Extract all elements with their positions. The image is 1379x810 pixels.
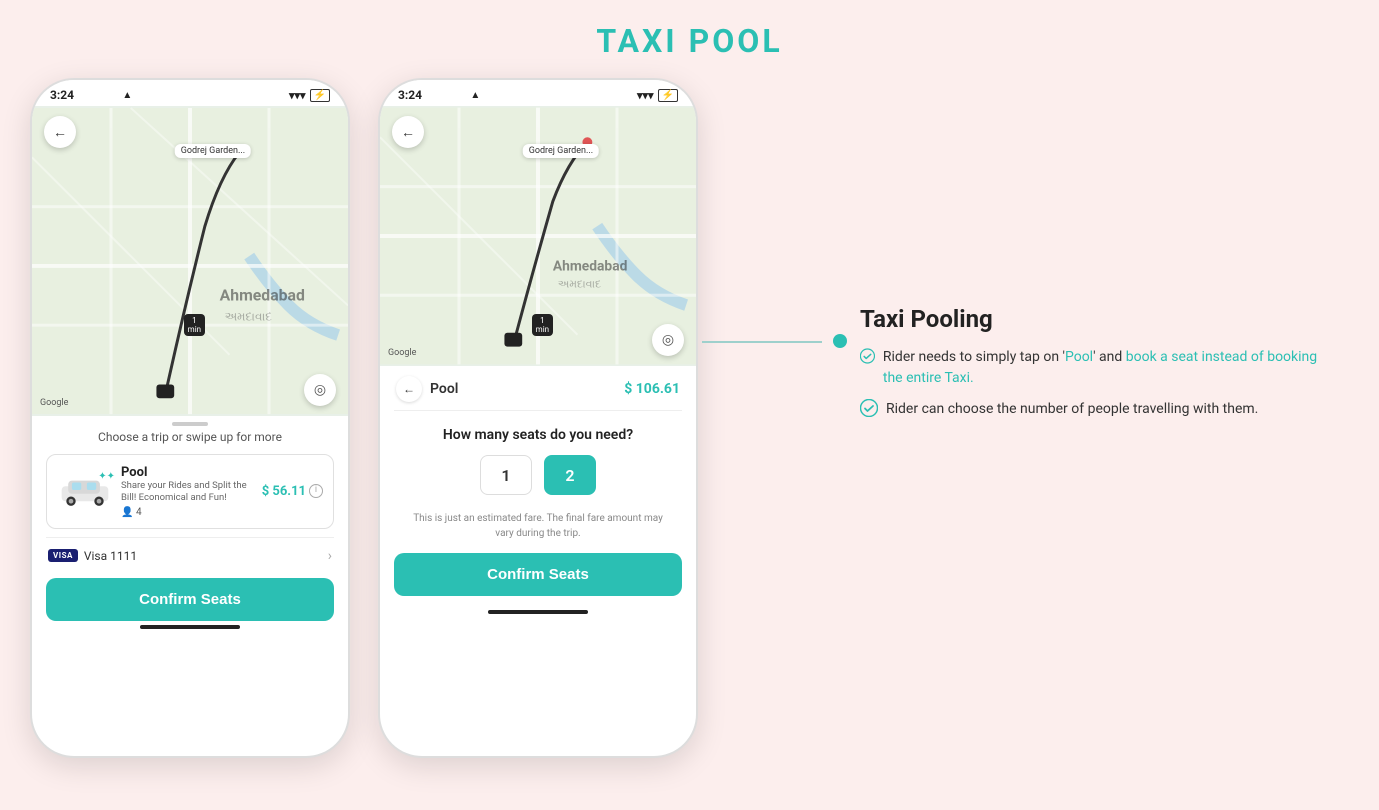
back-button-seats[interactable]: ← xyxy=(396,376,422,402)
svg-text:Ahmedabad: Ahmedabad xyxy=(220,286,305,305)
annotation-text-2: Rider can choose the number of people tr… xyxy=(886,399,1258,420)
payment-row[interactable]: VISA Visa 1111 › xyxy=(46,537,334,574)
annotation-title: Taxi Pooling xyxy=(860,305,1320,333)
status-icons-1: ▾▾▾ ⚡ xyxy=(289,89,330,102)
pool-price: $ 56.11 xyxy=(262,484,306,499)
seats-panel: ← Pool $ 106.61 How many seats do you ne… xyxy=(380,366,696,606)
pool-card-1[interactable]: ✦✦ Pool Share your Rides and Split the B… xyxy=(46,454,334,529)
annotation-item-1: Rider needs to simply tap on 'Pool' and … xyxy=(860,347,1320,389)
car-image-area: ✦✦ xyxy=(57,473,113,509)
battery-icon-1: ⚡ xyxy=(310,89,330,102)
pool-seats: 👤 4 xyxy=(121,507,261,518)
annotation-item-2: Rider can choose the number of people tr… xyxy=(860,399,1320,420)
info-icon[interactable]: i xyxy=(309,484,323,498)
sparkle-icon: ✦✦ xyxy=(98,471,115,482)
choose-trip-text: Choose a trip or swipe up for more xyxy=(46,430,334,444)
home-indicator-2 xyxy=(488,610,588,614)
home-indicator-1 xyxy=(140,625,240,629)
fare-note: This is just an estimated fare. The fina… xyxy=(394,511,682,541)
status-icons-2: ▾▾▾ ⚡ xyxy=(637,89,678,102)
payment-left: VISA Visa 1111 xyxy=(48,549,137,563)
pool-title: Pool xyxy=(121,465,261,480)
seats-question: How many seats do you need? xyxy=(394,427,682,443)
min-badge-1: 1min xyxy=(184,314,205,336)
wifi-icon-1: ▾▾▾ xyxy=(289,89,306,102)
pool-desc: Share your Rides and Split the Bill! Eco… xyxy=(121,480,261,505)
seats-price: $ 106.61 xyxy=(624,381,680,397)
wifi-icon-2: ▾▾▾ xyxy=(637,89,654,102)
svg-text:Ahmedabad: Ahmedabad xyxy=(553,259,628,275)
pool-price-area: $ 56.11 i xyxy=(262,484,323,499)
phone-2: 3:24 ▲ ▾▾▾ ⚡ Ahmedabad અમદાવ xyxy=(378,78,698,758)
confirm-seats-button-2[interactable]: Confirm Seats xyxy=(394,553,682,596)
connector-line xyxy=(702,341,822,343)
annotation-panel: Taxi Pooling Rider needs to simply tap o… xyxy=(860,305,1320,430)
time-2: 3:24 xyxy=(398,88,422,102)
map-2: Ahmedabad અમદાવાદ ← Godrej Garden... 1mi… xyxy=(380,106,696,366)
dest-label-2: Godrej Garden... xyxy=(523,144,599,158)
status-bar-1: 3:24 ▲ ▾▾▾ ⚡ xyxy=(32,80,348,106)
swipe-bar-1 xyxy=(172,422,208,426)
back-button-2[interactable]: ← xyxy=(392,116,424,148)
locate-button-1[interactable]: ◎ xyxy=(304,374,336,406)
location-icon-1: ▲ xyxy=(122,90,132,101)
annotation-text-1: Rider needs to simply tap on 'Pool' and … xyxy=(883,347,1320,389)
google-label-1: Google xyxy=(40,398,68,408)
svg-text:અમદાવાદ: અમદાવાદ xyxy=(558,277,601,290)
chevron-right-icon: › xyxy=(328,548,332,564)
seats-header-left: ← Pool xyxy=(396,376,458,402)
back-arrow-icon-2: ← xyxy=(401,124,415,141)
location-icon-2: ▲ xyxy=(470,90,480,101)
bottom-sheet-1: Choose a trip or swipe up for more xyxy=(32,430,348,621)
seats-header: ← Pool $ 106.61 xyxy=(394,366,682,411)
confirm-seats-button-1[interactable]: Confirm Seats xyxy=(46,578,334,621)
pool-info: Pool Share your Rides and Split the Bill… xyxy=(121,465,261,518)
back-arrow-seats-icon: ← xyxy=(403,382,415,396)
seat-option-2[interactable]: 2 xyxy=(544,455,596,495)
locate-icon-1: ◎ xyxy=(314,382,326,398)
back-arrow-icon-1: ← xyxy=(53,124,67,141)
battery-icon-2: ⚡ xyxy=(658,89,678,102)
check-icon-2 xyxy=(860,399,878,417)
pool-card-left: ✦✦ Pool Share your Rides and Split the B… xyxy=(57,465,261,518)
dest-label-1: Godrej Garden... xyxy=(175,144,251,158)
status-bar-2: 3:24 ▲ ▾▾▾ ⚡ xyxy=(380,80,696,106)
map-1: Ahmedabad અમદાવાદ ← Godrej Garden... 1mi… xyxy=(32,106,348,416)
seats-options: 1 2 xyxy=(394,455,682,495)
phone-1: 3:24 ▲ ▾▾▾ ⚡ xyxy=(30,78,350,758)
svg-text:અમદાવાદ: અમદાવાદ xyxy=(225,309,273,323)
locate-icon-2: ◎ xyxy=(662,332,674,348)
back-button-1[interactable]: ← xyxy=(44,116,76,148)
min-badge-2: 1min xyxy=(532,314,553,336)
payment-label: Visa 1111 xyxy=(84,549,137,563)
check-icon-1 xyxy=(860,347,875,365)
visa-badge: VISA xyxy=(48,549,78,562)
annotation-dot xyxy=(833,334,847,348)
locate-button-2[interactable]: ◎ xyxy=(652,324,684,356)
page-title: TAXI POOL xyxy=(0,0,1379,78)
time-1: 3:24 xyxy=(50,88,74,102)
pool-label-seats: Pool xyxy=(430,381,458,397)
google-label-2: Google xyxy=(388,348,416,358)
seat-option-1[interactable]: 1 xyxy=(480,455,532,495)
